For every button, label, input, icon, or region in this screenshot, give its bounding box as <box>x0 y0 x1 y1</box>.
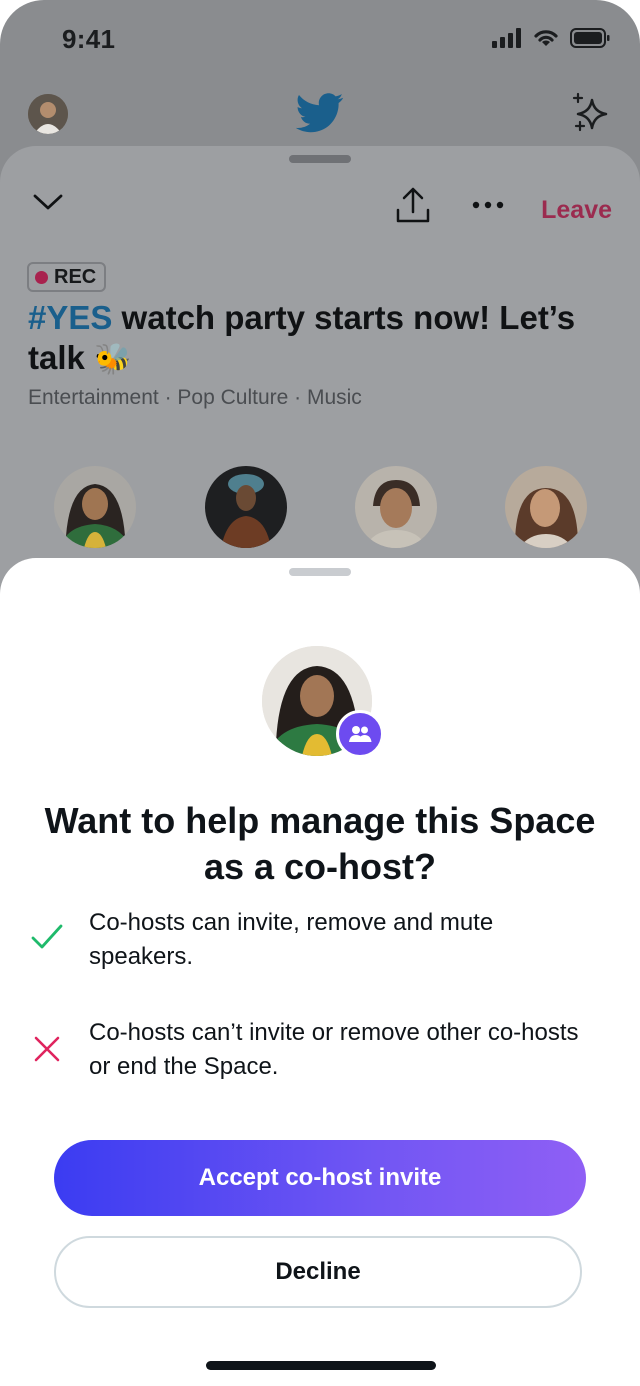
rec-label: REC <box>54 265 97 288</box>
battery-icon <box>570 28 610 48</box>
speaker-avatar[interactable] <box>205 466 287 548</box>
screen: 9:41 Leave REC #YES watch party starts n… <box>0 0 640 1386</box>
check-icon <box>31 924 63 949</box>
accept-cohost-invite-button[interactable]: Accept co-host invite <box>54 1140 586 1216</box>
leave-button[interactable]: Leave <box>541 196 612 225</box>
cohost-invite-sheet: Want to help manage this Space as a co-h… <box>0 558 640 1386</box>
signal-icon <box>492 28 521 48</box>
record-dot-icon <box>35 270 48 284</box>
status-icons <box>492 28 610 48</box>
space-title: #YES watch party starts now! Let’s talk … <box>28 298 608 380</box>
space-topics: Entertainment · Pop Culture · Music <box>28 386 362 409</box>
speaker-avatar[interactable] <box>54 466 136 548</box>
status-bar: 9:41 <box>0 0 640 80</box>
inviter-avatar-group <box>262 646 384 766</box>
home-indicator <box>206 1361 436 1370</box>
people-icon <box>349 726 372 742</box>
space-toolbar: Leave <box>0 186 640 236</box>
bullet-text: Co-hosts can’t invite or remove other co… <box>89 1019 579 1080</box>
space-card-grabber[interactable] <box>289 155 351 163</box>
sheet-title: Want to help manage this Space as a co-h… <box>44 800 596 887</box>
chevron-down-icon[interactable] <box>32 192 64 212</box>
decline-button[interactable]: Decline <box>54 1236 582 1308</box>
x-icon <box>34 1036 60 1062</box>
status-time: 9:41 <box>62 24 116 54</box>
profile-avatar[interactable] <box>28 94 68 134</box>
sheet-grabber[interactable] <box>289 568 351 576</box>
speaker-avatar[interactable] <box>355 466 437 548</box>
wifi-icon <box>534 30 558 46</box>
sparkle-icon[interactable] <box>570 92 612 134</box>
space-card: Leave REC #YES watch party starts now! L… <box>0 146 640 626</box>
more-icon[interactable] <box>471 200 505 210</box>
cohost-badge <box>336 710 384 758</box>
bee-emoji: 🐝 <box>94 343 132 376</box>
speaker-row <box>0 466 640 556</box>
top-nav <box>0 86 640 146</box>
space-title-hashtag[interactable]: #YES <box>28 299 112 336</box>
recording-badge: REC <box>27 262 107 292</box>
twitter-bird-icon[interactable] <box>296 92 344 134</box>
share-icon[interactable] <box>394 186 432 226</box>
speaker-avatar[interactable] <box>505 466 587 548</box>
bullet-text: Co-hosts can invite, remove and mute spe… <box>89 909 494 970</box>
